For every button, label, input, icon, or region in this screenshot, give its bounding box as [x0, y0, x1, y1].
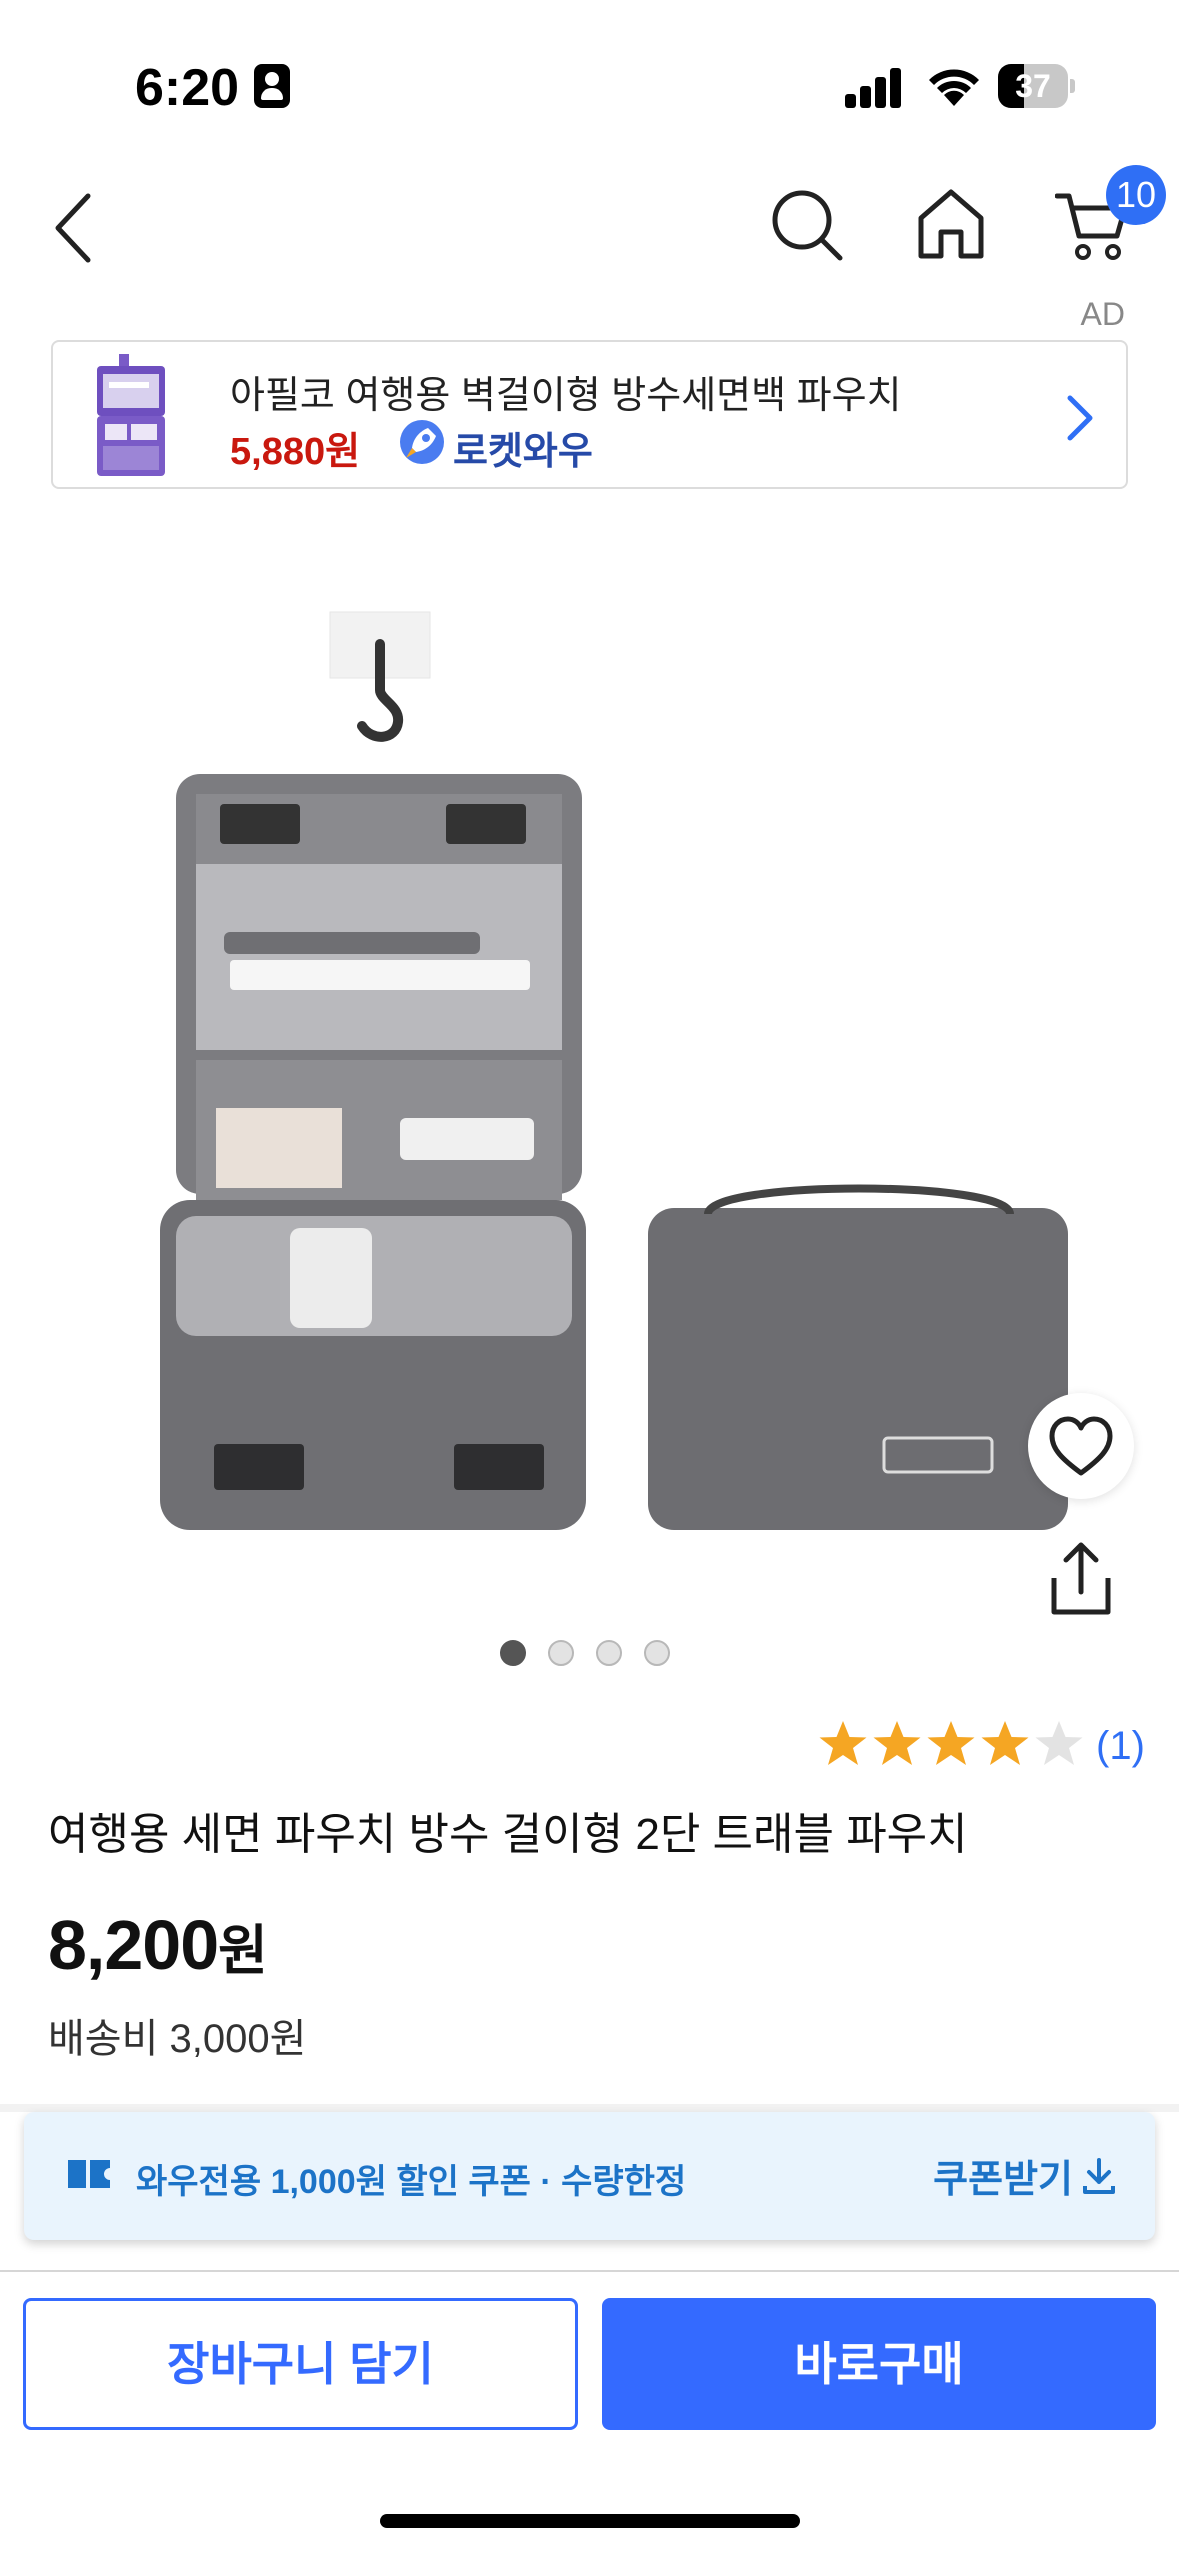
product-price: 8,200원 — [48, 1905, 268, 1985]
coupon-description: 와우전용 1,000원 할인 쿠폰 · 수량한정 — [136, 2163, 687, 2201]
chevron-right-icon[interactable] — [1064, 392, 1096, 444]
rocket-wow-label: 로켓와우 — [453, 431, 593, 473]
cart-count-badge[interactable]: 10 — [1106, 165, 1166, 225]
star-icon — [927, 1721, 975, 1765]
ad-label: AD — [1080, 296, 1125, 332]
star-icon — [873, 1721, 921, 1765]
home-icon[interactable] — [915, 186, 987, 262]
star-icon — [819, 1721, 867, 1765]
ad-product-thumbnail — [97, 354, 165, 476]
battery-level: 37 — [1015, 68, 1051, 104]
battery-icon: 37 — [998, 64, 1075, 108]
ad-title: 아필코 여행용 벽걸이형 방수세면백 파우치 — [230, 375, 902, 417]
product-image[interactable] — [0, 540, 1179, 1560]
section-divider — [0, 2104, 1179, 2112]
product-rating[interactable]: (1) — [816, 1718, 1146, 1776]
ad-banner[interactable]: 아필코 여행용 벽걸이형 방수세면백 파우치 5,880원 로켓와우 — [51, 340, 1128, 489]
image-pagination — [500, 1640, 700, 1670]
home-indicator[interactable] — [380, 2514, 800, 2528]
product-title: 여행용 세면 파우치 방수 걸이형 2단 트래블 파우치 — [48, 1810, 968, 1859]
download-icon[interactable] — [1081, 2156, 1117, 2196]
coupon-icon — [68, 2160, 110, 2188]
price-unit: 원 — [218, 1921, 268, 1981]
focus-person-icon — [254, 64, 290, 108]
get-coupon-button[interactable]: 쿠폰받기 — [933, 2148, 1073, 2203]
pagination-dot[interactable] — [596, 1640, 622, 1666]
bottom-divider — [0, 2270, 1179, 2272]
pagination-dot[interactable] — [500, 1640, 526, 1666]
back-arrow-icon[interactable] — [48, 190, 98, 266]
ad-price: 5,880원 — [230, 431, 361, 473]
rocket-icon — [400, 420, 444, 464]
buy-now-button[interactable]: 바로구매 — [602, 2298, 1156, 2430]
search-icon[interactable] — [770, 188, 844, 262]
pagination-dot[interactable] — [644, 1640, 670, 1666]
coupon-banner[interactable]: 와우전용 1,000원 할인 쿠폰 · 수량한정 쿠폰받기 — [24, 2112, 1155, 2240]
shipping-fee: 배송비 3,000원 — [48, 2017, 307, 2061]
wifi-icon — [929, 69, 979, 106]
review-count[interactable]: (1) — [1096, 1724, 1145, 1769]
wishlist-button[interactable] — [1028, 1393, 1134, 1499]
heart-icon — [1049, 1416, 1113, 1476]
star-icon — [1035, 1721, 1083, 1765]
share-icon[interactable] — [1040, 1538, 1122, 1620]
add-to-cart-button[interactable]: 장바구니 담기 — [23, 2298, 578, 2430]
star-icon — [981, 1721, 1029, 1765]
price-number: 8,200 — [48, 1906, 219, 1984]
status-time: 6:20 — [135, 59, 240, 117]
pagination-dot[interactable] — [548, 1640, 574, 1666]
cellular-signal-icon — [845, 66, 903, 108]
